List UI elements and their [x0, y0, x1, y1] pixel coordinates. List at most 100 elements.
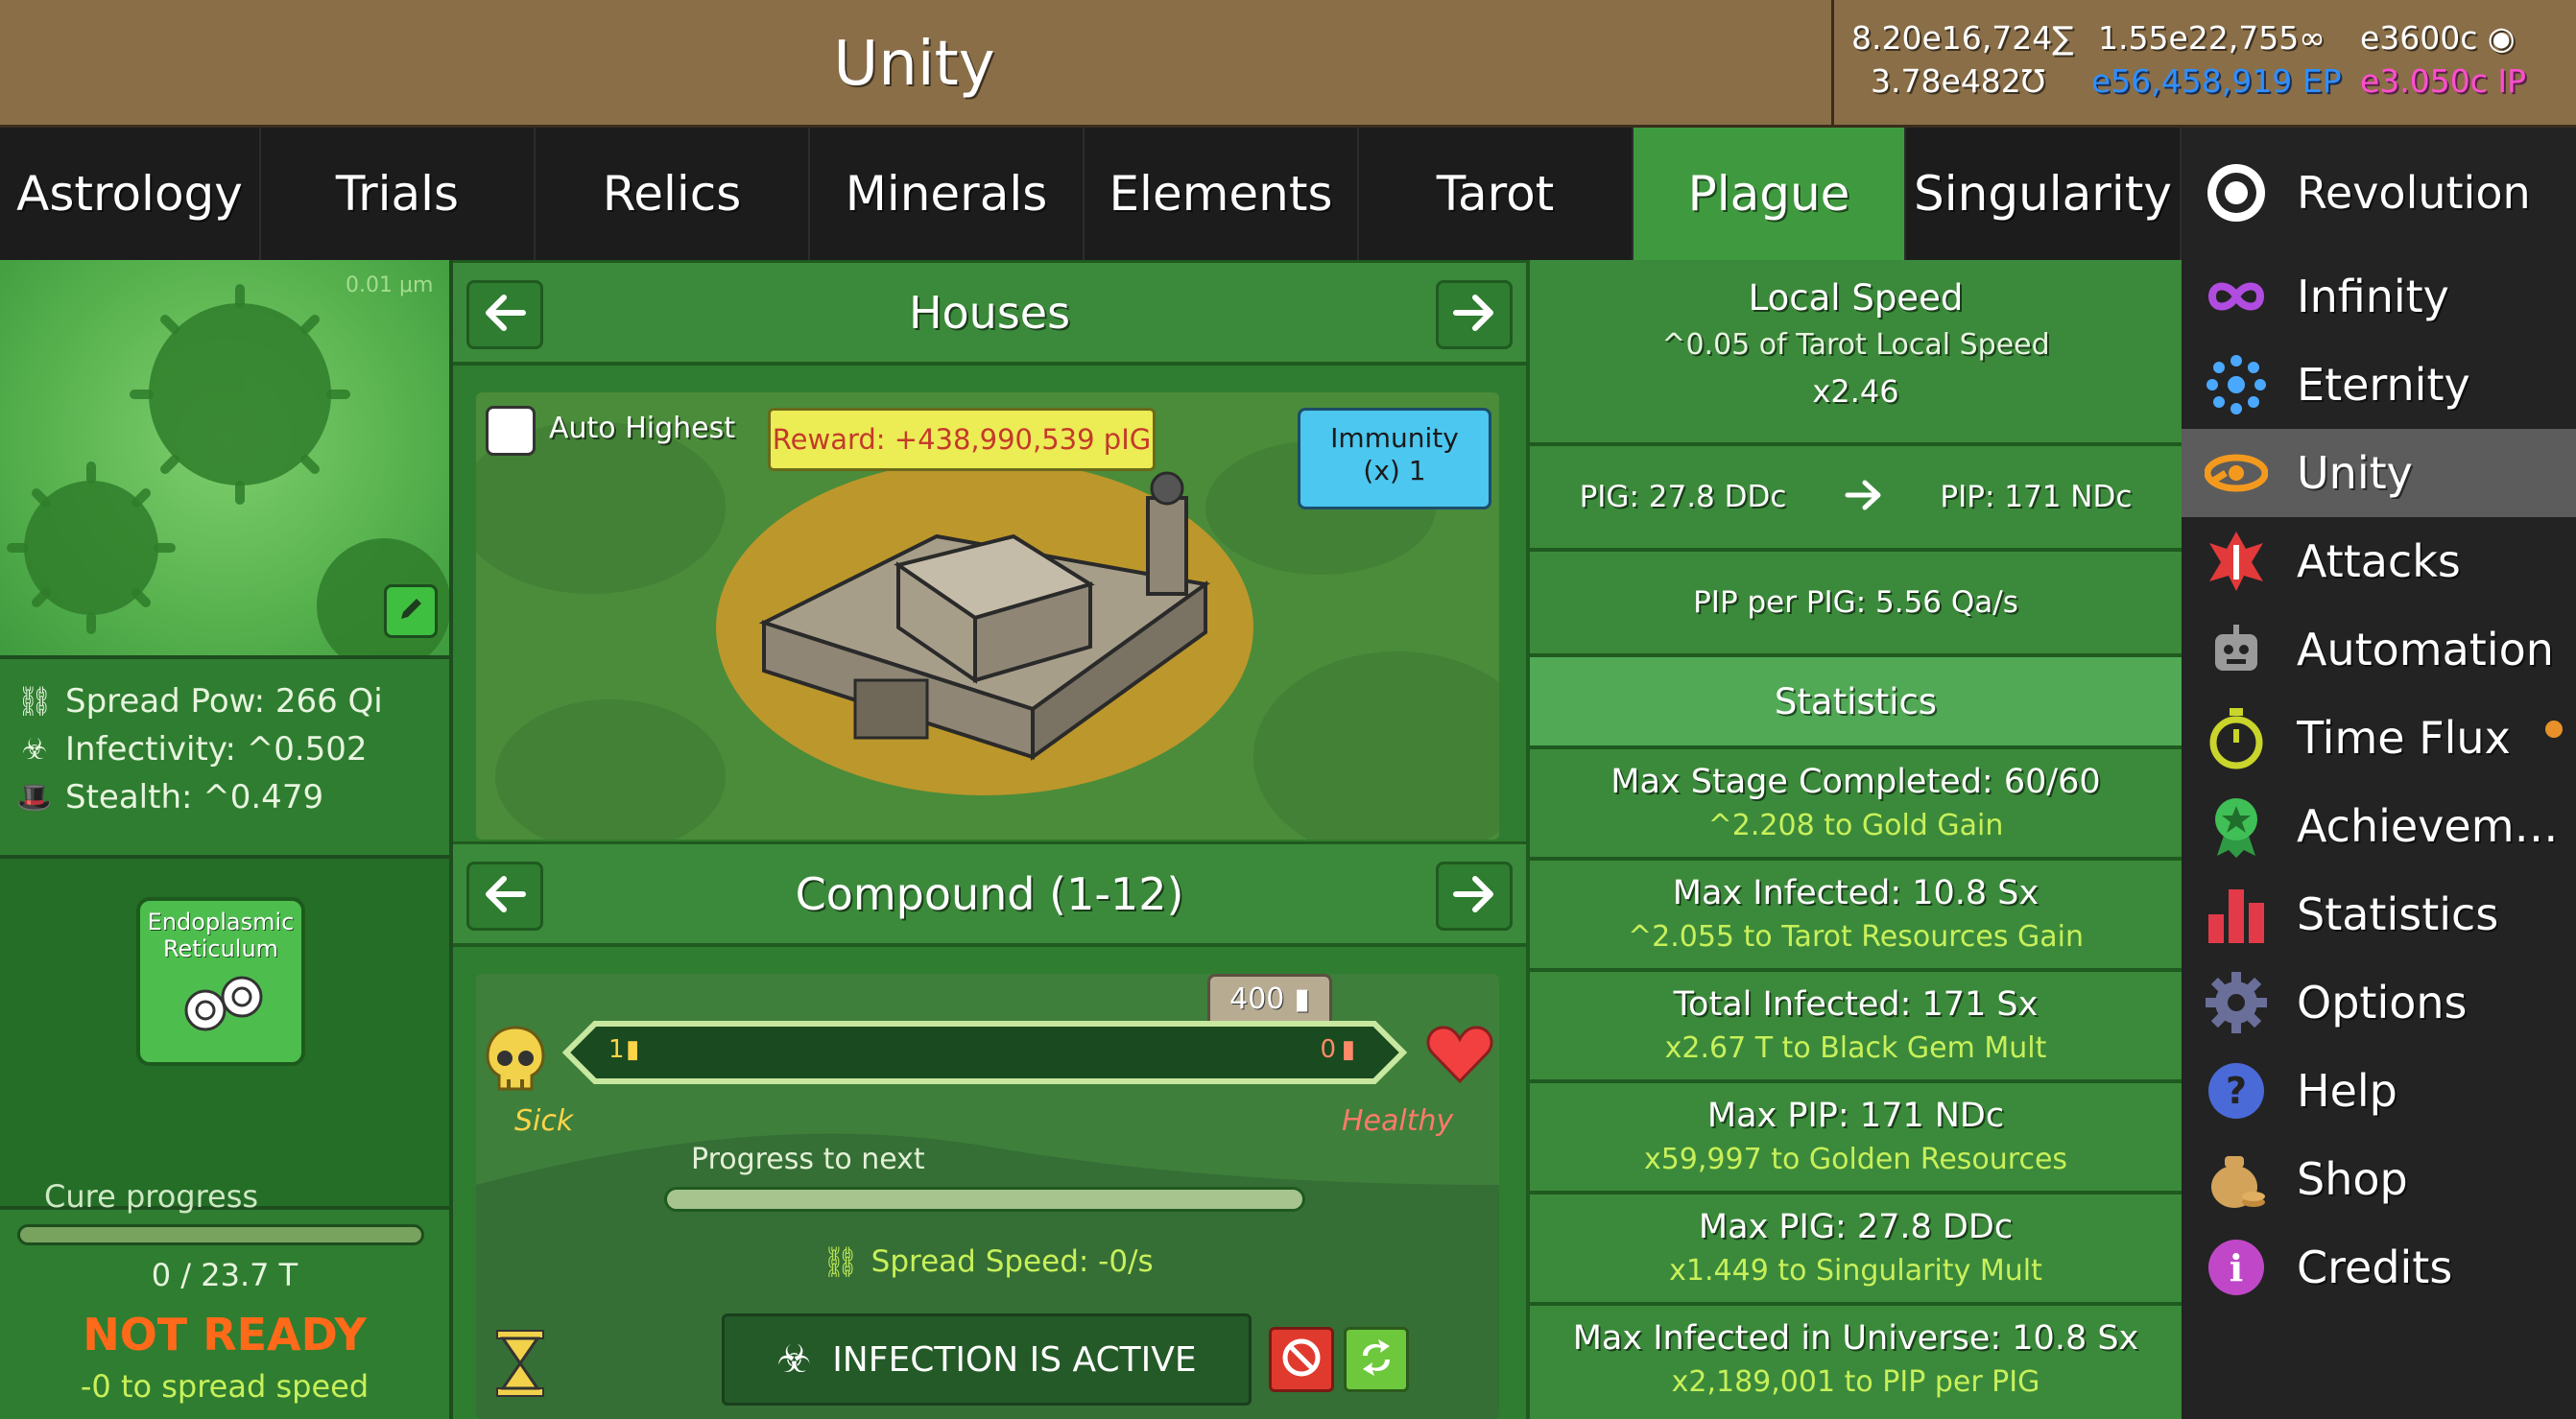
tab-bar: Astrology Trials Relics Minerals Element… — [0, 128, 2182, 260]
stop-infection-button[interactable] — [1269, 1327, 1334, 1392]
auto-highest-label: Auto Highest — [549, 412, 735, 445]
cure-value: 0 / 23.7 T — [151, 1257, 298, 1293]
conversion-box: PIG: 27.8 DDc PIP: 171 NDc — [1530, 446, 2182, 552]
healthy-count: 0 — [1320, 1035, 1336, 1064]
pip-rate-box: PIP per PIG: 5.56 Qa/s — [1530, 552, 2182, 657]
sidebar-item-options[interactable]: Options — [2182, 958, 2576, 1047]
sidebar-item-statistics[interactable]: Statistics — [2182, 870, 2576, 958]
sidebar-item-time-flux[interactable]: Time Flux — [2182, 694, 2576, 782]
svg-text:i: i — [2230, 1246, 2243, 1289]
pig-value: PIG: 27.8 DDc — [1579, 480, 1787, 514]
stage-prev-button[interactable] — [466, 862, 543, 931]
stage-progress-bar — [664, 1187, 1305, 1212]
edit-button[interactable] — [384, 584, 438, 638]
biohazard-icon: ☣ — [21, 732, 48, 767]
sick-person-icon: ▮ — [626, 1035, 640, 1064]
forbidden-icon — [1280, 1336, 1323, 1383]
scale-label: 0.01 μm — [346, 273, 434, 297]
location-next-button[interactable] — [1436, 280, 1513, 349]
tab-singularity[interactable]: Singularity — [1906, 128, 2182, 260]
tab-trials[interactable]: Trials — [261, 128, 536, 260]
tab-tarot[interactable]: Tarot — [1359, 128, 1634, 260]
hourglass-icon — [493, 1329, 551, 1402]
statistics-title: Statistics — [1774, 680, 1938, 722]
sidebar-item-revolution[interactable]: Revolution — [2182, 149, 2576, 237]
sick-count: 1 — [608, 1035, 625, 1064]
top-header: Unity 8.20e16,724∑ 1.55e22,755∞ e3600c ◉… — [0, 0, 2576, 128]
info-icon: i — [2203, 1234, 2270, 1301]
sidebar-item-achievements[interactable]: Achievements — [2182, 782, 2576, 870]
healthy-label: Healthy — [1342, 1104, 1454, 1138]
refresh-icon — [1355, 1336, 1397, 1383]
arrow-right-icon — [1452, 294, 1496, 336]
sidebar-item-credits[interactable]: i Credits — [2182, 1223, 2576, 1312]
location-nav: Houses — [453, 260, 1526, 366]
tab-astrology[interactable]: Astrology — [0, 128, 261, 260]
organelle-icon — [184, 976, 263, 1031]
infection-bar: 1 ▮ 0 ▮ — [561, 1020, 1408, 1085]
resource-panel: 8.20e16,724∑ 1.55e22,755∞ e3600c ◉ 3.78e… — [1831, 0, 2576, 128]
sidebar-item-eternity[interactable]: Eternity — [2182, 341, 2576, 429]
revolution-icon — [2203, 159, 2270, 226]
stat-entry: Max PIP: 171 NDc x59,997 to Golden Resou… — [1530, 1083, 2182, 1194]
sidebar-item-label: Statistics — [2297, 888, 2499, 940]
arrow-left-icon — [483, 294, 527, 336]
tab-relics[interactable]: Relics — [536, 128, 810, 260]
svg-text:?: ? — [2226, 1070, 2247, 1112]
tab-plague[interactable]: Plague — [1634, 128, 1906, 260]
stopwatch-icon — [2203, 704, 2270, 771]
sidebar-item-label: Eternity — [2297, 359, 2470, 411]
stage-nav: Compound (1-12) — [453, 841, 1526, 947]
infection-section: 400 ▮ 1 ▮ 0 ▮ Sick Healthy Progress to n… — [476, 974, 1499, 1419]
sidebar-item-infinity[interactable]: Infinity — [2182, 252, 2576, 341]
sidebar-item-label: Attacks — [2297, 535, 2461, 587]
resource-4: 3.78e482℧ — [1871, 62, 2045, 100]
sidebar-item-automation[interactable]: Automation — [2182, 605, 2576, 694]
sidebar-item-attacks[interactable]: Attacks — [2182, 517, 2576, 605]
notification-dot — [2545, 721, 2563, 738]
location-title: Houses — [908, 287, 1071, 339]
population-badge: 400 ▮ — [1207, 974, 1332, 1024]
spread-icon: ⛓ — [15, 684, 54, 719]
pencil-icon — [395, 594, 426, 628]
sidebar-item-label: Automation — [2297, 624, 2554, 675]
infection-active-button[interactable]: ☣ INFECTION IS ACTIVE — [722, 1313, 1252, 1406]
sidebar-item-label: Unity — [2297, 447, 2413, 499]
reward-badge: Reward: +438,990,539 pIG — [768, 408, 1156, 471]
restart-infection-button[interactable] — [1344, 1327, 1409, 1392]
statistics-header: Statistics — [1530, 657, 2182, 749]
plague-stats-panel: Local Speed ^0.05 of Tarot Local Speed x… — [1526, 260, 2182, 1419]
spread-speed: ⛓ Spread Speed: -0/s — [822, 1244, 1154, 1280]
plague-center: Houses Auto Highest Reward: +438,990,539… — [453, 260, 1526, 1419]
sidebar-item-shop[interactable]: Shop — [2182, 1135, 2576, 1223]
stat-entry: Total Infected: 171 Sx x2.67 T to Black … — [1530, 972, 2182, 1083]
medal-icon — [2203, 792, 2270, 860]
tab-minerals[interactable]: Minerals — [810, 128, 1085, 260]
stage-next-button[interactable] — [1436, 862, 1513, 931]
sidebar-item-unity[interactable]: Unity — [2182, 429, 2576, 517]
spread-icon: ⛓ — [822, 1245, 860, 1280]
organelle-card[interactable]: Endoplasmic Reticulum — [136, 897, 305, 1066]
sidebar-item-help[interactable]: ? Help — [2182, 1047, 2576, 1135]
ep-resource: e56,458,919 EP — [2091, 62, 2342, 100]
sidebar-item-label: Shop — [2297, 1153, 2408, 1205]
location-prev-button[interactable] — [466, 280, 543, 349]
sidebar: Revolution Infinity Eternity Unity Attac… — [2182, 128, 2576, 1419]
sidebar-item-label: Options — [2297, 977, 2468, 1029]
stat-entry: Max Stage Completed: 60/60 ^2.208 to Gol… — [1530, 749, 2182, 861]
tab-elements[interactable]: Elements — [1085, 128, 1359, 260]
page-title: Unity — [833, 28, 995, 100]
arrow-right-icon — [1452, 875, 1496, 917]
question-icon: ? — [2203, 1057, 2270, 1124]
stage-title: Compound (1-12) — [795, 868, 1184, 920]
sidebar-item-label: Credits — [2297, 1242, 2453, 1293]
stat-entry: Max PIG: 27.8 DDc x1.449 to Singularity … — [1530, 1194, 2182, 1306]
person-icon: ▮ — [1294, 981, 1310, 1016]
pip-value: PIP: 171 NDc — [1940, 480, 2133, 514]
arrow-right-icon — [1844, 479, 1882, 515]
auto-highest-checkbox[interactable] — [486, 406, 536, 456]
infinity-icon — [2203, 263, 2270, 330]
cure-label: Cure progress — [44, 1178, 259, 1215]
sidebar-item-label: Revolution — [2297, 167, 2531, 219]
virus-view: 0.01 μm — [0, 260, 449, 659]
